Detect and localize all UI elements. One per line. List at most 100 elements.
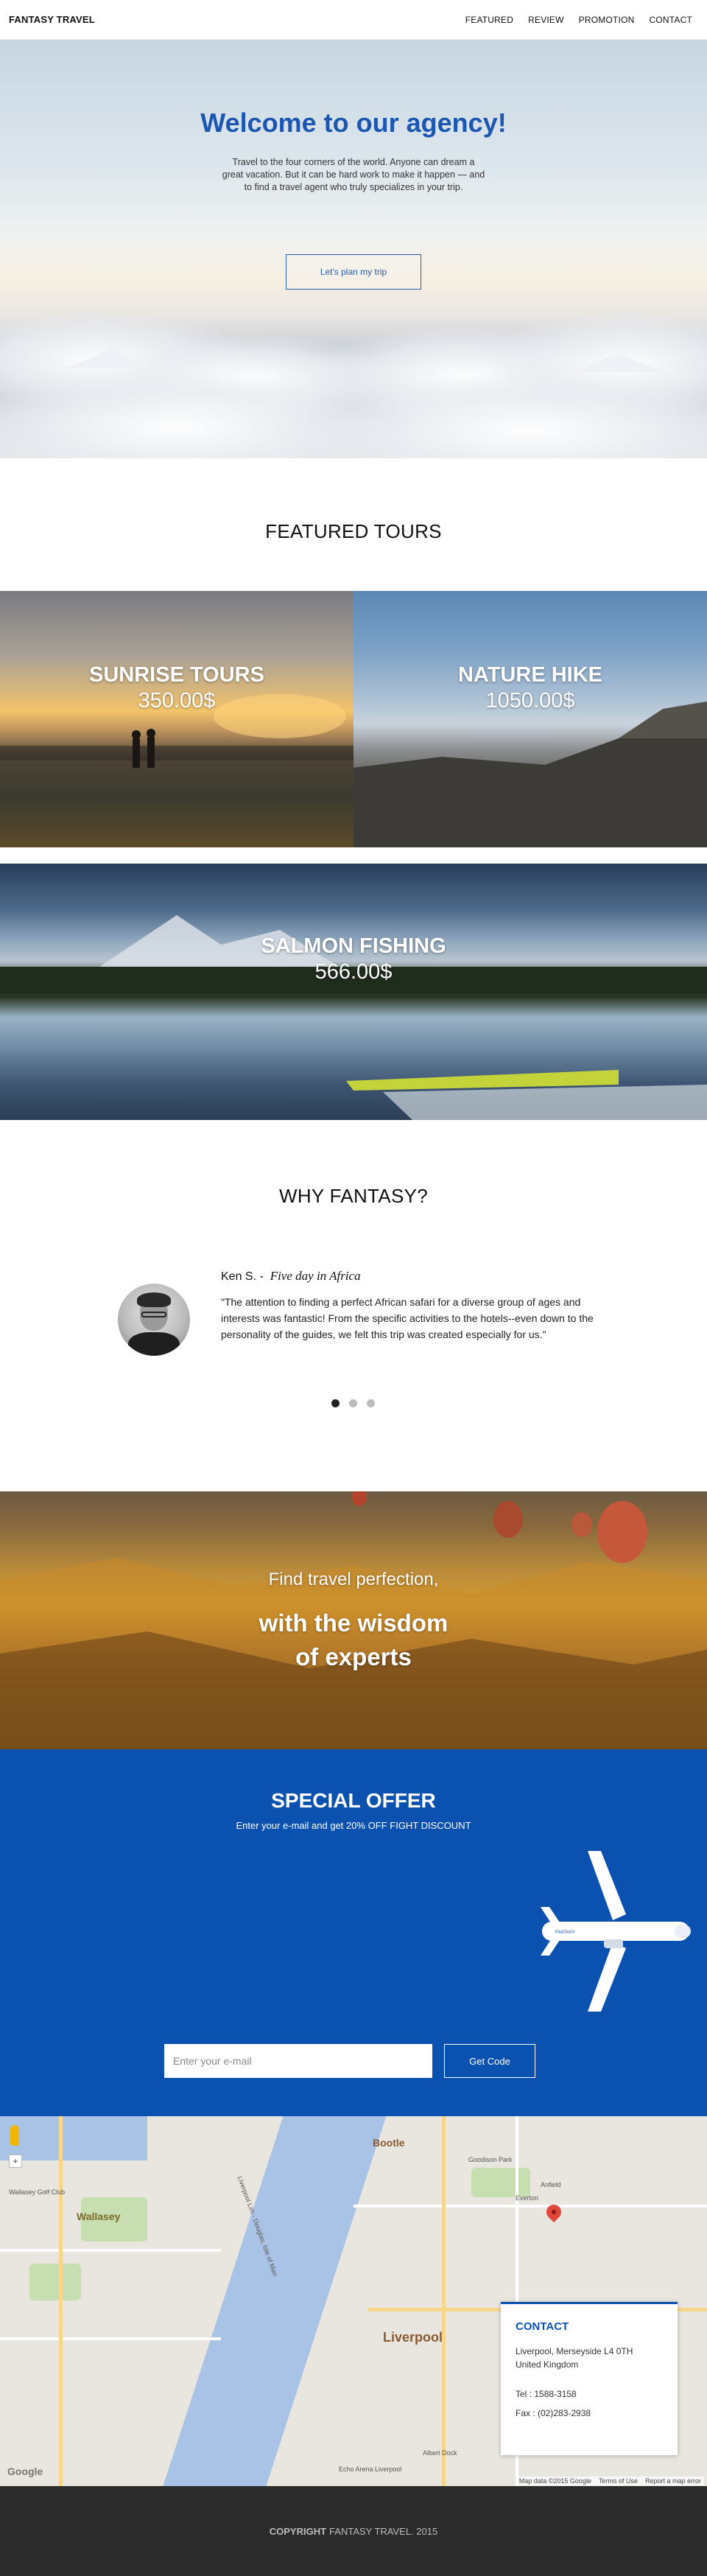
dock <box>383 1085 707 1120</box>
reviewer-avatar <box>118 1284 190 1356</box>
road <box>0 2337 221 2340</box>
map-label-bootle: Bootle <box>373 2137 405 2149</box>
band-line-2: with the wisdom of experts <box>0 1606 707 1674</box>
road <box>0 2249 221 2252</box>
rock-ridge <box>354 731 707 847</box>
map-label-wallasey: Wallasey <box>77 2211 121 2222</box>
map-data-attribution: Map data ©2015 Google <box>518 2477 591 2485</box>
google-logo: Google <box>7 2465 43 2477</box>
band-line-2b: of experts <box>295 1643 412 1670</box>
contact-tel: Tel : 1588-3158 <box>516 2389 577 2399</box>
hero-section <box>0 40 707 458</box>
map-label-echo: Echo Arena Liverpool <box>339 2465 402 2473</box>
contact-card: CONTACT Liverpool, Merseyside L4 0TH Uni… <box>501 2302 678 2455</box>
get-code-button[interactable]: Get Code <box>444 2044 535 2078</box>
brand-logo[interactable]: FANTASY TRAVEL <box>9 14 95 25</box>
review-quote: "The attention to finding a perfect Afri… <box>221 1296 594 1340</box>
copyright-text: FANTASY TRAVEL. 2015 <box>329 2525 438 2537</box>
plane-engine <box>604 1939 623 1948</box>
person-head <box>147 729 155 738</box>
tour-label: SALMON FISHING 566.00$ <box>0 934 707 984</box>
main-road <box>442 2116 446 2486</box>
map-footer: Map data ©2015 Google Terms of Use Repor… <box>516 2477 704 2485</box>
map-label-everton: Everton <box>516 2194 539 2202</box>
tour-name: NATURE HIKE <box>457 663 603 687</box>
lake-scenery <box>0 915 707 1120</box>
avatar-body <box>128 1332 180 1356</box>
tour-name: SALMON FISHING <box>261 934 446 958</box>
map-label-albert: Albert Dock <box>423 2449 457 2457</box>
contact-title: CONTACT <box>516 2320 569 2333</box>
zoom-in-button[interactable]: + <box>9 2155 22 2168</box>
plane-wing-top <box>588 1851 626 1920</box>
band-line-2a: with the wisdom <box>258 1609 449 1637</box>
tour-label: NATURE HIKE 1050.00$ <box>354 663 707 713</box>
email-input[interactable] <box>164 2044 432 2078</box>
shore-line <box>0 746 354 760</box>
avatar-glasses <box>141 1312 166 1317</box>
person-silhouette <box>133 738 140 768</box>
balloon <box>352 1491 367 1506</box>
plan-trip-button[interactable]: Let's plan my trip <box>286 254 421 290</box>
map-label-goodison: Goodison Park <box>468 2156 513 2163</box>
map-label-anfield: Anfield <box>541 2181 561 2188</box>
top-navbar: FANTASY TRAVEL FEATURED REVIEW PROMOTION… <box>0 0 707 40</box>
kayak <box>346 1070 619 1091</box>
nav-item-promotion[interactable]: PROMOTION <box>579 15 635 25</box>
review-tour: Five day in Africa <box>270 1269 361 1283</box>
tour-name: SUNRISE TOURS <box>89 663 264 687</box>
nav-item-featured[interactable]: FEATURED <box>465 15 513 25</box>
carousel-dot-1[interactable] <box>331 1399 340 1407</box>
contact-fax: Fax : (02)283-2938 <box>516 2408 591 2418</box>
balloon <box>597 1501 647 1563</box>
balloon <box>571 1512 592 1537</box>
nav-item-review[interactable]: REVIEW <box>528 15 564 25</box>
tour-price: 1050.00$ <box>485 689 575 713</box>
offer-subtitle: Enter your e-mail and get 20% OFF FIGHT … <box>236 1820 471 1831</box>
road <box>354 2205 707 2208</box>
page-footer: COPYRIGHT FANTASY TRAVEL. 2015 <box>0 2486 707 2576</box>
tour-card-sunrise[interactable]: SUNRISE TOURS 350.00$ <box>0 591 354 847</box>
tour-card-nature-hike[interactable]: NATURE HIKE 1050.00$ <box>354 591 707 847</box>
nav-menu: FEATURED REVIEW PROMOTION CONTACT <box>465 15 692 25</box>
tour-card-salmon-fishing[interactable]: SALMON FISHING 566.00$ <box>0 864 707 1120</box>
map-label-golf: Wallasey Golf Club <box>9 2188 66 2196</box>
balloon <box>493 1501 523 1538</box>
map-label-liverpool: Liverpool <box>383 2330 443 2345</box>
why-title: WHY FANTASY? <box>278 1185 428 1207</box>
sunrise-scenery <box>0 694 354 768</box>
park-area <box>471 2168 530 2197</box>
carousel-dot-2[interactable] <box>349 1399 357 1407</box>
plane-wing-bottom <box>588 1942 626 2012</box>
report-error-link[interactable]: Report a map error <box>645 2477 701 2485</box>
plane-text: FANTASY <box>555 1931 575 1935</box>
nav-item-contact[interactable]: CONTACT <box>649 15 692 25</box>
river-mersey <box>158 2116 387 2486</box>
street-view-pegman-icon[interactable] <box>10 2125 19 2146</box>
reviewer-name: Ken S. <box>221 1270 257 1283</box>
plane-nose <box>675 1925 691 1938</box>
offer-title: SPECIAL OFFER <box>271 1789 436 1812</box>
carousel-dot-3[interactable] <box>367 1399 375 1407</box>
hike-scenery <box>354 701 707 847</box>
featured-title: FEATURED TOURS <box>265 520 442 542</box>
main-road <box>59 2116 63 2486</box>
airplane-icon: FANTASY <box>541 1851 691 2012</box>
band-line-1: Find travel perfection, <box>268 1569 439 1589</box>
sea-area <box>0 2116 147 2160</box>
hero-description: Travel to the four corners of the world.… <box>222 157 485 192</box>
avatar-hair <box>137 1292 171 1307</box>
park-area <box>29 2264 81 2300</box>
person-head <box>132 730 141 739</box>
tour-label: SUNRISE TOURS 350.00$ <box>0 663 354 713</box>
contact-phones: Tel : 1588-3158 Fax : (02)283-2938 <box>516 2384 663 2423</box>
copyright-label: COPYRIGHT <box>269 2525 327 2537</box>
carousel-dots <box>331 1399 375 1407</box>
review-separator: - <box>259 1270 264 1283</box>
tour-price: 566.00$ <box>314 960 393 984</box>
mountain-peak <box>574 353 663 372</box>
terms-of-use-link[interactable]: Terms of Use <box>599 2477 638 2485</box>
mountain-peak <box>66 349 155 368</box>
contact-address: Liverpool, Merseyside L4 0TH United King… <box>516 2346 633 2370</box>
person-silhouette <box>147 737 155 768</box>
